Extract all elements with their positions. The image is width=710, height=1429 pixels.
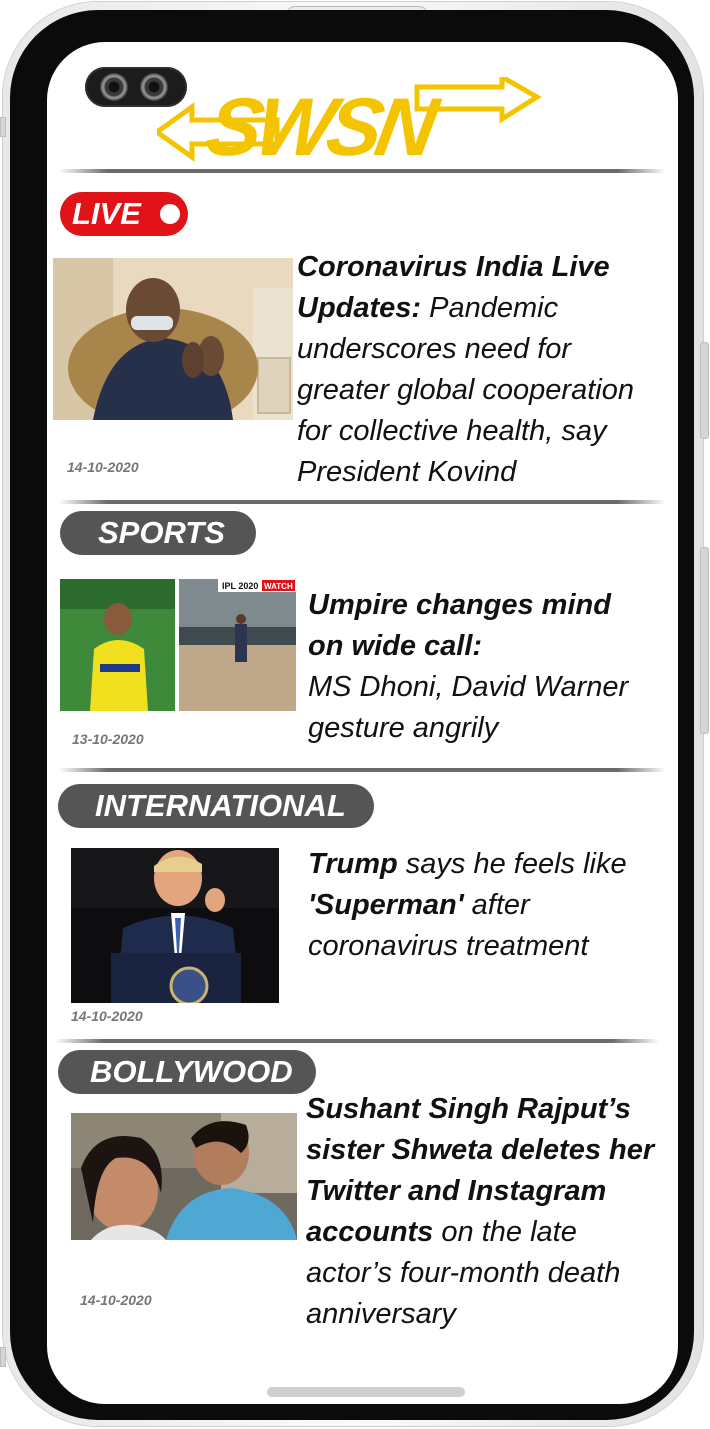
- headline-line: Sushant Singh Rajput’s: [306, 1093, 631, 1125]
- article-headline[interactable]: Umpire changes mind on wide call: MS Dho…: [308, 585, 628, 749]
- article-thumbnail-trump[interactable]: [71, 848, 279, 1003]
- headline-line: 'Superman' after: [308, 889, 530, 921]
- headline-line: anniversary: [306, 1298, 456, 1330]
- side-button-left-lower: [0, 1347, 6, 1367]
- section-divider: [59, 768, 666, 772]
- live-label: LIVE: [72, 196, 141, 231]
- article-date: 14-10-2020: [67, 459, 139, 475]
- headline-line: actor’s four-month death: [306, 1257, 621, 1289]
- article-headline[interactable]: Sushant Singh Rajput’s sister Shweta del…: [306, 1089, 654, 1335]
- live-dot-icon: [160, 204, 180, 224]
- article-date: 13-10-2020: [72, 731, 144, 747]
- headline-line: Twitter and Instagram: [306, 1175, 607, 1207]
- logo-text: SWSN: [200, 81, 447, 172]
- headline-line: Trump says he feels like: [308, 848, 627, 880]
- category-pill-bollywood[interactable]: BOLLYWOOD: [58, 1050, 316, 1094]
- section-divider: [59, 500, 666, 504]
- headline-line: underscores need for: [297, 333, 572, 365]
- article-thumbnail-sports[interactable]: IPL 2020 WATCH: [60, 579, 296, 711]
- article-date: 14-10-2020: [80, 1292, 152, 1308]
- phone-frame: SWSN LIVE 14-10-2020 Coronavirus India L…: [0, 2, 709, 1426]
- headline-line: sister Shweta deletes her: [306, 1134, 655, 1166]
- brand-logo[interactable]: SWSN: [157, 77, 547, 172]
- section-divider: [55, 1039, 660, 1043]
- live-badge[interactable]: LIVE: [60, 192, 188, 236]
- headline-line: for collective health, say: [297, 415, 607, 447]
- article-headline[interactable]: Coronavirus India Live Updates: Pandemic…: [297, 247, 634, 493]
- category-pill-international[interactable]: INTERNATIONAL: [58, 784, 374, 828]
- side-button-left: [0, 117, 6, 137]
- camera-lens-icon: [100, 73, 128, 101]
- headline-line: on wide call:: [308, 630, 483, 662]
- article-thumbnail-kovind[interactable]: [53, 258, 293, 420]
- ipl-label: IPL 2020: [222, 581, 258, 591]
- headline-line: President Kovind: [297, 456, 517, 488]
- volume-button: [700, 342, 709, 439]
- screen: SWSN LIVE 14-10-2020 Coronavirus India L…: [47, 42, 678, 1404]
- header-divider: [59, 169, 666, 173]
- watch-badge: WATCH: [264, 582, 293, 591]
- headline-line: gesture angrily: [308, 712, 499, 744]
- power-button: [700, 547, 709, 734]
- headline-line: greater global cooperation: [297, 374, 634, 406]
- category-pill-sports[interactable]: SPORTS: [60, 511, 256, 555]
- phone-bezel: SWSN LIVE 14-10-2020 Coronavirus India L…: [10, 10, 694, 1420]
- article-date: 14-10-2020: [71, 1008, 143, 1024]
- article-headline[interactable]: Trump says he feels like 'Superman' afte…: [308, 844, 627, 967]
- article-thumbnail-bollywood[interactable]: [71, 1113, 297, 1240]
- headline-line: accounts on the late: [306, 1216, 577, 1248]
- headline-line: coronavirus treatment: [308, 930, 589, 962]
- headline-line: Coronavirus India Live: [297, 251, 610, 283]
- headline-line: MS Dhoni, David Warner: [308, 671, 629, 703]
- headline-line: Updates: Pandemic: [297, 292, 559, 324]
- home-indicator[interactable]: [267, 1387, 465, 1397]
- headline-line: Umpire changes mind: [308, 589, 611, 621]
